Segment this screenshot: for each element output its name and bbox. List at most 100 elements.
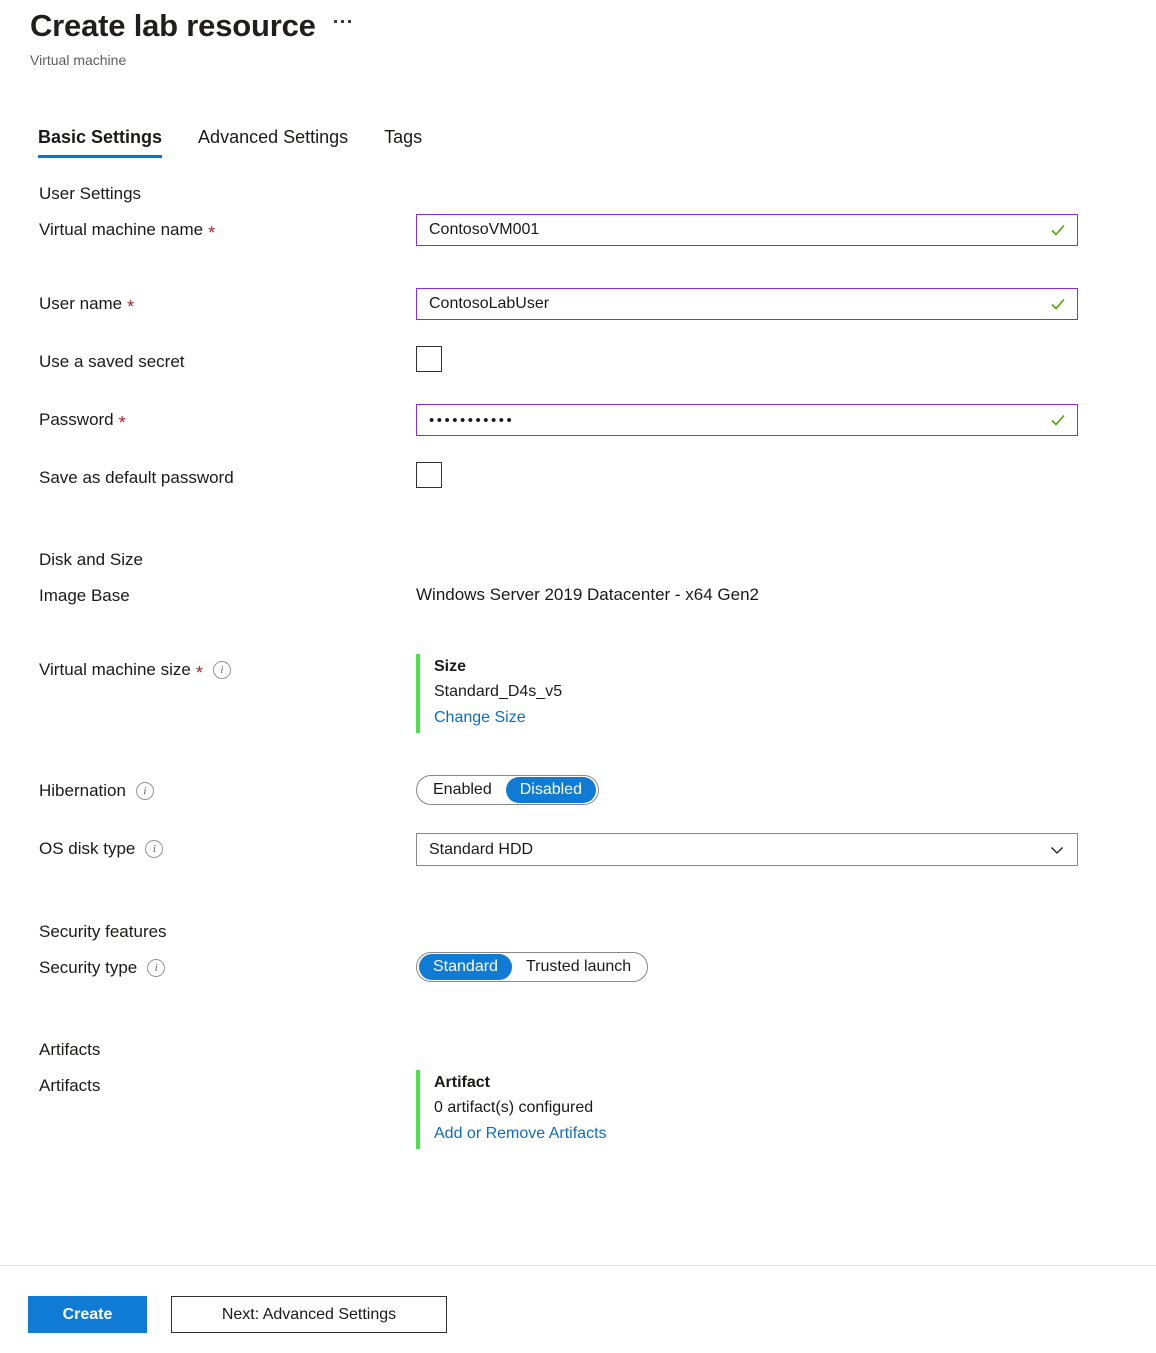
ellipsis-dot (340, 20, 344, 23)
field-row-vm-size: Virtual machine size * i Size Standard_D… (0, 654, 1156, 733)
hibernation-option-enabled[interactable]: Enabled (419, 777, 506, 803)
user-name-label-text: User name (39, 294, 123, 313)
user-name-value: ContosoLabUser (429, 295, 550, 312)
info-icon[interactable]: i (147, 959, 166, 977)
chevron-down-icon (1049, 842, 1065, 858)
vm-size-card-value: Standard_D4s_v5 (434, 683, 563, 700)
section-heading-security-features: Security features (39, 922, 167, 941)
add-remove-artifacts-link[interactable]: Add or Remove Artifacts (434, 1121, 607, 1147)
security-type-option-standard[interactable]: Standard (419, 954, 512, 980)
valid-check-icon (1049, 295, 1067, 313)
password-control: ••••••••••• (416, 404, 1156, 436)
section-heading-disk-and-size: Disk and Size (39, 550, 143, 569)
os-disk-type-value: Standard HDD (429, 840, 534, 858)
valid-check-icon (1049, 411, 1067, 429)
field-row-user-name: User name * ContosoLabUser (0, 288, 1156, 320)
user-name-control: ContosoLabUser (416, 288, 1156, 320)
artifacts-card-title: Artifact (434, 1074, 491, 1091)
field-row-artifacts: Artifacts Artifact 0 artifact(s) configu… (0, 1070, 1156, 1149)
save-default-password-label-text: Save as default password (39, 468, 234, 487)
use-saved-secret-label: Use a saved secret (39, 346, 416, 374)
required-asterisk: * (208, 223, 216, 243)
use-saved-secret-label-text: Use a saved secret (39, 352, 185, 371)
hibernation-option-disabled[interactable]: Disabled (505, 777, 596, 803)
create-button[interactable]: Create (28, 1296, 147, 1333)
vm-size-control: Size Standard_D4s_v5 Change Size (416, 654, 1156, 733)
os-disk-type-control: Standard HDD (416, 833, 1156, 866)
vm-name-label-text: Virtual machine name (39, 220, 204, 239)
os-disk-type-label: OS disk type i (39, 833, 416, 861)
field-row-use-saved-secret: Use a saved secret (0, 346, 1156, 378)
required-asterisk: * (118, 413, 126, 433)
field-row-password: Password * ••••••••••• (0, 404, 1156, 436)
section-heading-artifacts: Artifacts (39, 1040, 101, 1059)
required-asterisk: * (195, 663, 203, 683)
user-name-label: User name * (39, 288, 416, 316)
artifacts-label-text: Artifacts (39, 1076, 101, 1095)
required-asterisk: * (127, 297, 135, 317)
security-type-control: Standard Trusted launch (416, 952, 1156, 982)
more-options-icon[interactable] (333, 20, 351, 23)
field-row-image-base: Image Base Windows Server 2019 Datacente… (0, 580, 1156, 612)
artifacts-control: Artifact 0 artifact(s) configured Add or… (416, 1070, 1156, 1149)
info-icon[interactable]: i (135, 782, 154, 800)
artifacts-card: Artifact 0 artifact(s) configured Add or… (416, 1070, 1156, 1149)
password-label: Password * (39, 404, 416, 432)
image-base-control: Windows Server 2019 Datacenter - x64 Gen… (416, 580, 1156, 607)
section-heading-user-settings: User Settings (39, 184, 142, 203)
password-label-text: Password (39, 410, 114, 429)
image-base-label: Image Base (39, 580, 416, 608)
field-row-hibernation: Hibernation i Enabled Disabled (0, 775, 1156, 807)
security-type-option-trusted-launch[interactable]: Trusted launch (512, 954, 645, 980)
ellipsis-dot (333, 20, 337, 23)
save-default-password-checkbox[interactable] (416, 462, 442, 488)
os-disk-type-label-text: OS disk type (39, 839, 136, 858)
save-default-password-control (416, 462, 1156, 488)
field-row-os-disk-type: OS disk type i Standard HDD (0, 833, 1156, 866)
vm-size-label-text: Virtual machine size (39, 660, 191, 679)
ellipsis-dot (347, 20, 351, 23)
hibernation-label: Hibernation i (39, 775, 416, 803)
os-disk-type-dropdown[interactable]: Standard HDD (416, 833, 1078, 866)
valid-check-icon (1049, 221, 1067, 239)
vm-size-label: Virtual machine size * i (39, 654, 416, 682)
info-icon[interactable]: i (145, 840, 164, 858)
title-row: Create lab resource (30, 6, 351, 46)
password-value: ••••••••••• (429, 411, 515, 429)
use-saved-secret-checkbox[interactable] (416, 346, 442, 372)
vm-name-input[interactable]: ContosoVM001 (416, 214, 1078, 246)
field-row-vm-name: Virtual machine name * ContosoVM001 (0, 214, 1156, 246)
tab-list: Basic Settings Advanced Settings Tags (38, 125, 422, 158)
hibernation-control: Enabled Disabled (416, 775, 1156, 805)
hibernation-choice-group: Enabled Disabled (416, 775, 599, 805)
tab-basic-settings[interactable]: Basic Settings (38, 125, 163, 158)
vm-name-value: ContosoVM001 (429, 221, 540, 238)
tab-advanced-settings[interactable]: Advanced Settings (198, 125, 348, 158)
password-input[interactable]: ••••••••••• (416, 404, 1078, 436)
image-base-label-text: Image Base (39, 586, 130, 605)
vm-size-card-title: Size (434, 658, 467, 675)
info-icon[interactable]: i (212, 661, 231, 679)
image-base-value: Windows Server 2019 Datacenter - x64 Gen… (416, 585, 760, 604)
artifacts-label: Artifacts (39, 1070, 416, 1098)
form-body: User Settings Virtual machine name * Con… (0, 182, 1156, 1149)
vm-size-card: Size Standard_D4s_v5 Change Size (416, 654, 1156, 733)
footer-divider (0, 1265, 1156, 1266)
save-default-password-label: Save as default password (39, 462, 416, 490)
field-row-security-type: Security type i Standard Trusted launch (0, 952, 1156, 984)
next-advanced-settings-button[interactable]: Next: Advanced Settings (171, 1296, 447, 1333)
tab-tags[interactable]: Tags (384, 125, 422, 158)
page-subtitle: Virtual machine (30, 52, 127, 68)
security-type-label-text: Security type (39, 958, 138, 977)
vm-name-control: ContosoVM001 (416, 214, 1156, 246)
footer-actions: Create Next: Advanced Settings (28, 1296, 447, 1333)
page-title: Create lab resource (30, 8, 316, 43)
use-saved-secret-control (416, 346, 1156, 372)
user-name-input[interactable]: ContosoLabUser (416, 288, 1078, 320)
page-header: Create lab resource Virtual machine (30, 6, 351, 70)
vm-name-label: Virtual machine name * (39, 214, 416, 242)
change-size-link[interactable]: Change Size (434, 705, 526, 731)
hibernation-label-text: Hibernation (39, 781, 126, 800)
artifacts-card-value: 0 artifact(s) configured (434, 1099, 594, 1116)
field-row-save-default-password: Save as default password (0, 462, 1156, 494)
